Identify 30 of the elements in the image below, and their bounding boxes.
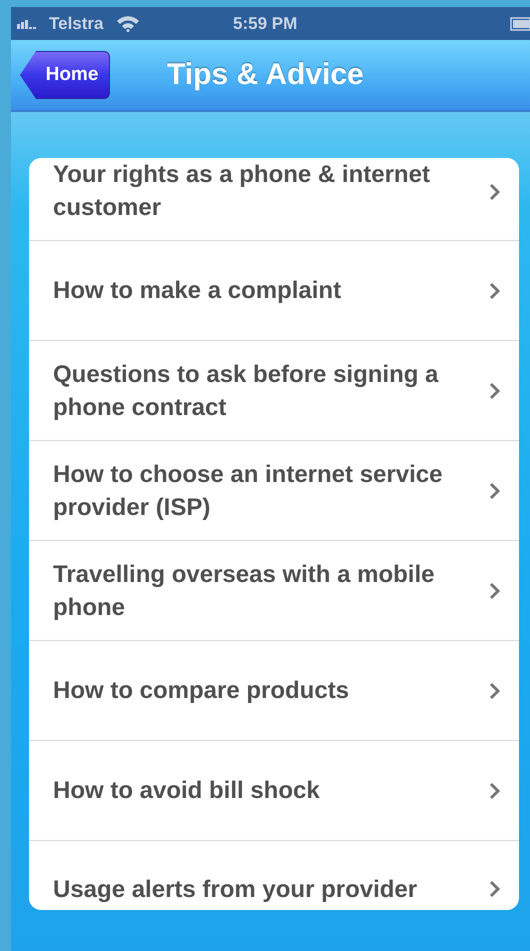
battery-icon (510, 16, 530, 30)
chevron-icon (489, 282, 501, 300)
tip-label: Your rights as a phone & internet customer (53, 160, 431, 223)
chevron-icon (489, 183, 501, 201)
clock-time: 5:59 PM (233, 14, 298, 34)
tip-label: Travelling overseas with a mobile phone (53, 560, 436, 622)
chevron-icon (489, 482, 501, 500)
home-button[interactable]: Home (20, 51, 110, 99)
wifi-icon (116, 15, 140, 32)
page-title: Tips & Advice (167, 58, 364, 92)
tip-row[interactable]: Travelling overseas with a mobile phone (29, 540, 519, 640)
carrier-name: Telstra (49, 14, 104, 34)
tip-label: How to choose an internet service provider (ISP) (53, 460, 444, 522)
tip-label: How to compare products (53, 676, 350, 706)
tip-label: Questions to ask before signing a phone contract (53, 360, 440, 422)
tip-row[interactable]: How to choose an internet service provider (ISP) (29, 440, 519, 540)
chevron-icon (489, 782, 501, 800)
tip-label: Usage alerts from your provider (53, 875, 418, 905)
tip-row[interactable]: Usage alerts from your provider (29, 840, 519, 910)
tip-row[interactable]: Your rights as a phone & internet customer (29, 158, 519, 240)
tip-row[interactable]: How to avoid bill shock (29, 740, 519, 840)
tip-label: How to avoid bill shock (53, 776, 320, 806)
chevron-icon (489, 582, 501, 600)
chevron-icon (489, 682, 501, 700)
chevron-icon (489, 382, 501, 400)
tip-row[interactable]: Questions to ask before signing a phone contract (29, 340, 519, 440)
chevron-icon (489, 880, 501, 898)
tip-row[interactable]: How to compare products (29, 640, 519, 740)
tip-label: How to make a complaint (53, 276, 342, 306)
tip-row[interactable]: How to make a complaint (29, 240, 519, 340)
